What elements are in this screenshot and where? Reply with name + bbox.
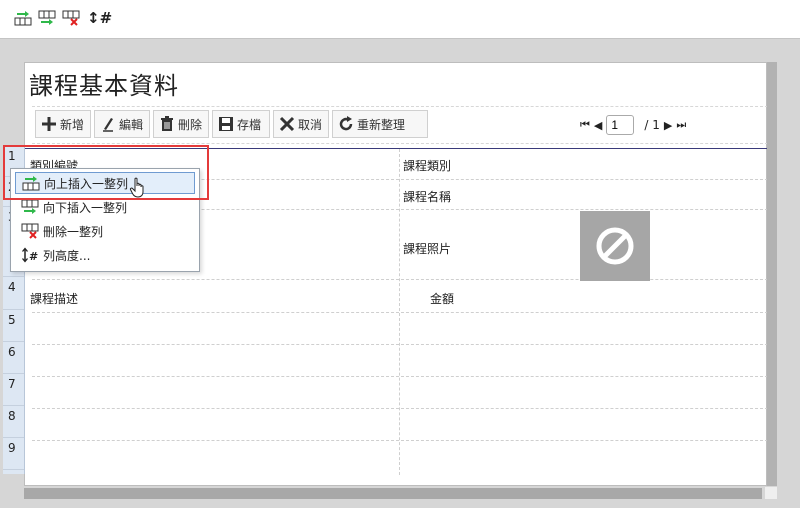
prev-page-icon[interactable]: ◀ <box>594 119 602 132</box>
form-canvas: 課程基本資料 新增 編輯 刪除 存檔 取消 重新整理 ⏮ ◀ 1 / 1 ▶ ⏭… <box>24 62 768 486</box>
menu-item-insert-row-below[interactable]: 向下插入一整列 <box>15 196 195 218</box>
amount-label: 金額 <box>430 292 455 306</box>
last-page-icon[interactable]: ⏭ <box>676 118 686 132</box>
svg-text:#: # <box>29 250 38 263</box>
add-button-label: 新增 <box>60 117 85 132</box>
grid-row-line <box>32 376 768 377</box>
row-number[interactable]: 9 <box>3 438 24 470</box>
grid-column-line <box>399 149 400 475</box>
grid-row-line <box>32 312 768 313</box>
refresh-icon <box>339 116 353 131</box>
grid-row-line <box>32 279 768 280</box>
no-image-icon <box>596 227 634 265</box>
next-page-icon[interactable]: ▶ <box>664 119 672 132</box>
cancel-button-label: 取消 <box>298 117 323 132</box>
hand-cursor-icon <box>129 177 149 199</box>
vertical-scrollbar[interactable] <box>767 62 777 486</box>
first-page-icon[interactable]: ⏮ <box>580 118 590 132</box>
add-button[interactable]: 新增 <box>35 110 91 138</box>
menu-item-label: 向下插入一整列 <box>43 200 128 215</box>
save-button[interactable]: 存檔 <box>212 110 270 138</box>
course-category-label: 課程類別 <box>403 159 452 173</box>
course-name-label: 課程名稱 <box>403 190 452 204</box>
grid-row-line <box>32 344 768 345</box>
course-photo-image[interactable] <box>580 211 650 281</box>
insert-row-below-icon <box>21 199 39 214</box>
page-total: / 1 <box>644 118 660 132</box>
top-toolbar: ↕# <box>0 0 800 39</box>
floppy-disk-icon <box>219 117 233 131</box>
delete-row-icon[interactable] <box>62 9 80 27</box>
row-height-icon[interactable]: ↕# <box>87 9 112 27</box>
pencil-icon <box>103 118 113 132</box>
trash-icon <box>161 116 173 131</box>
form-toolbar: 新增 編輯 刪除 存檔 取消 重新整理 ⏮ ◀ / 1 ▶ ⏭ <box>32 106 768 144</box>
save-button-label: 存檔 <box>237 117 262 132</box>
plus-icon <box>42 117 56 131</box>
course-description-label: 課程描述 <box>30 292 79 306</box>
row-context-menu: 向上插入一整列 向下插入一整列 刪除一整列 # 列高度... <box>10 168 200 272</box>
grid-row-line <box>32 440 768 441</box>
edit-button[interactable]: 編輯 <box>94 110 150 138</box>
resize-grip[interactable] <box>765 487 777 499</box>
reset-button-label: 重新整理 <box>357 117 406 132</box>
cancel-button[interactable]: 取消 <box>273 110 329 138</box>
page-title: 課程基本資料 <box>29 72 179 100</box>
row-number[interactable]: 6 <box>3 342 24 374</box>
course-photo-label: 課程照片 <box>403 242 452 256</box>
insert-row-above-icon <box>22 176 40 191</box>
insert-row-above-icon[interactable] <box>14 9 32 27</box>
pager: ⏮ ◀ / 1 ▶ ⏭ <box>580 113 686 137</box>
menu-item-row-height[interactable]: # 列高度... <box>15 244 195 266</box>
row-number[interactable]: 4 <box>3 277 24 310</box>
row-number[interactable]: 7 <box>3 374 24 406</box>
menu-item-label: 列高度... <box>43 248 91 263</box>
delete-button[interactable]: 刪除 <box>153 110 209 138</box>
delete-row-icon <box>21 223 39 239</box>
insert-row-below-icon[interactable] <box>38 9 56 27</box>
row-number[interactable]: 5 <box>3 310 24 342</box>
grid-row-line <box>32 408 768 409</box>
menu-item-label: 刪除一整列 <box>43 224 104 239</box>
page-number-input[interactable] <box>606 115 635 135</box>
delete-button-label: 刪除 <box>178 117 203 132</box>
menu-item-delete-row[interactable]: 刪除一整列 <box>15 220 195 242</box>
close-icon <box>279 116 295 132</box>
menu-item-label: 向上插入一整列 <box>44 176 129 191</box>
row-number[interactable]: 8 <box>3 406 24 438</box>
row-height-icon: # <box>22 247 38 263</box>
reset-button[interactable]: 重新整理 <box>332 110 428 138</box>
menu-item-insert-row-above[interactable]: 向上插入一整列 <box>15 172 195 194</box>
edit-button-label: 編輯 <box>119 117 144 132</box>
horizontal-scrollbar[interactable] <box>24 488 762 499</box>
